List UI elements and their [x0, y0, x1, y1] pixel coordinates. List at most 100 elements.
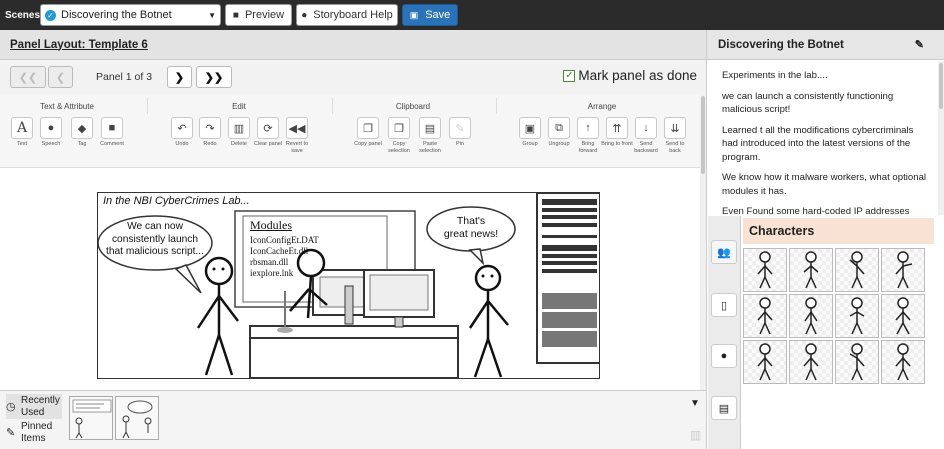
scrollbar-thumb[interactable]	[939, 63, 943, 109]
divider	[147, 98, 148, 114]
character-tile[interactable]	[789, 248, 833, 292]
last-panel-button[interactable]: ❯❯	[196, 66, 232, 88]
character-tile[interactable]	[789, 294, 833, 338]
pencil-icon[interactable]: ✎	[915, 38, 924, 51]
redo-button[interactable]: ↷ Redo	[196, 117, 224, 148]
tool-label: Bring forward	[578, 141, 598, 154]
panel-counter: Panel 1 of 3	[96, 71, 153, 83]
video-camera-icon: ■	[232, 9, 239, 21]
character-tile[interactable]	[881, 294, 925, 338]
pin-button[interactable]: ✎ Pin	[446, 117, 474, 148]
characters-tab[interactable]: 👥	[711, 240, 737, 264]
bring-to-front-button[interactable]: ⇈ Bring to front	[601, 117, 633, 148]
character-tile[interactable]	[743, 294, 787, 338]
note-paragraph: We know how it malware workers, what opt…	[722, 172, 927, 197]
module-item: rbsman.dll	[250, 257, 289, 267]
stick-figure	[895, 251, 913, 289]
group-title-text: Text & Attribute	[40, 102, 94, 111]
characters-panel: Characters	[741, 216, 944, 449]
recent-item-thumbnail[interactable]	[69, 396, 113, 440]
send-backward-button[interactable]: ↓ Send backward	[632, 117, 660, 155]
copy-icon: ❐	[357, 117, 379, 139]
tool-label: Send to back	[665, 141, 685, 154]
library-tabs: 👥 ▯ ● ▤	[708, 216, 741, 449]
mark-done-checkbox[interactable]: ✓	[563, 69, 576, 82]
save-icon: ▣	[409, 9, 419, 20]
speech-tab[interactable]: ●	[711, 344, 737, 368]
phone-icon: ▯	[720, 299, 728, 312]
tool-label: Delete	[231, 141, 247, 147]
recently-used-tab[interactable]: ◷ Recently Used	[6, 394, 62, 419]
whiteboard-modules[interactable]: Modules IconConfigEt.DAT IconCacheEt.dll…	[250, 218, 385, 279]
storyboard-canvas[interactable]: In the NBI CyberCrimes Lab... We can now…	[0, 168, 700, 390]
first-panel-button[interactable]: ❮❮	[10, 66, 46, 88]
scene-notes[interactable]: Experiments in the lab.... we can launch…	[708, 61, 937, 215]
copy-panel-button[interactable]: ❐ Copy panel	[354, 117, 382, 148]
panel-layout-link[interactable]: Panel Layout: Template 6	[0, 30, 706, 60]
refresh-icon: ⟳	[257, 117, 279, 139]
comment-tool[interactable]: ■ Comment	[98, 117, 126, 148]
text-block-icon: ▤	[718, 402, 730, 415]
stick-figure	[757, 251, 773, 289]
storyboard-help-button[interactable]: ● Storyboard Help	[296, 4, 398, 26]
character-tile[interactable]	[881, 340, 925, 384]
comic-panel[interactable]: In the NBI CyberCrimes Lab... We can now…	[97, 192, 600, 379]
recent-item-thumbnail[interactable]	[115, 396, 159, 440]
paste-selection-button[interactable]: ▤ Paste selection	[416, 117, 444, 155]
tool-label: Comment	[100, 141, 124, 147]
character-tile[interactable]	[835, 248, 879, 292]
delete-button[interactable]: ▥ Delete	[225, 117, 253, 148]
module-item: IconCacheEt.dll	[250, 246, 309, 256]
previous-panel-button[interactable]: ❮	[48, 66, 73, 88]
next-panel-button[interactable]: ❯	[167, 66, 192, 88]
preview-button[interactable]: ■ Preview	[225, 4, 292, 26]
text-tool[interactable]: A Text	[8, 117, 36, 148]
character-tile[interactable]	[835, 294, 879, 338]
undo-button[interactable]: ↶ Undo	[168, 117, 196, 148]
scene-select[interactable]: ✓ Discovering the Botnet ▼	[40, 4, 221, 26]
notes-scrollbar[interactable]	[938, 61, 944, 215]
speech-bubble-right[interactable]: That's great news!	[427, 215, 515, 241]
stick-figure	[757, 297, 773, 335]
revert-to-save-button[interactable]: ◀◀ Revert to save	[283, 117, 311, 155]
item-tray: ◷ Recently Used ✎ Pinned Items ▼ ▥	[0, 390, 706, 449]
speech-bubble-left[interactable]: We can now consistently launch that mali…	[98, 221, 212, 259]
tool-label: Text	[16, 141, 28, 147]
bubble-line: That's	[456, 215, 486, 227]
copy-selection-button[interactable]: ❐ Copy selection	[385, 117, 413, 155]
character-tile[interactable]	[789, 340, 833, 384]
bring-forward-button[interactable]: ↑ Bring forward	[574, 117, 602, 155]
mark-panel-done[interactable]: ✓ Mark panel as done	[563, 68, 697, 83]
character-tile[interactable]	[743, 340, 787, 384]
character-tile[interactable]	[835, 340, 879, 384]
text-tab[interactable]: ▤	[711, 396, 737, 420]
devices-tab[interactable]: ▯	[711, 293, 737, 317]
modules-title: Modules	[250, 218, 292, 232]
pinned-items-label: Pinned Items	[21, 420, 53, 444]
save-button[interactable]: ▣ Save	[402, 4, 458, 26]
comic-caption: In the NBI CyberCrimes Lab...	[103, 195, 250, 207]
pinned-items-tab[interactable]: ✎ Pinned Items	[6, 420, 62, 445]
bubble-line: great news!	[443, 228, 499, 240]
stick-figure	[895, 297, 911, 335]
characters-title: Characters	[743, 218, 934, 244]
note-paragraph: Learned t all the modifications cybercri…	[722, 124, 914, 163]
group-button[interactable]: ▣ Group	[516, 117, 544, 148]
ungroup-button[interactable]: ⧉ Ungroup	[545, 117, 573, 148]
collapse-tray-icon[interactable]: ▼	[690, 398, 700, 409]
stick-figure	[804, 297, 818, 335]
scrollbar-thumb[interactable]	[701, 96, 705, 174]
text-icon: A	[11, 117, 33, 139]
character-tile[interactable]	[881, 248, 925, 292]
tool-label: Speech	[41, 141, 61, 147]
clear-panel-button[interactable]: ⟳ Clear panel	[254, 117, 282, 148]
trash-icon[interactable]: ▥	[690, 428, 701, 442]
note-paragraph: we can launch a consistently functioning…	[722, 90, 894, 116]
send-to-back-button[interactable]: ⇊ Send to back	[661, 117, 689, 155]
module-item: iexplore.lnk	[250, 268, 294, 278]
tool-label: Group	[522, 141, 538, 147]
character-tile[interactable]	[743, 248, 787, 292]
tool-label: Revert to save	[285, 141, 309, 154]
speech-tool[interactable]: ● Speech	[37, 117, 65, 148]
tag-tool[interactable]: ◆ Tag	[68, 117, 96, 148]
